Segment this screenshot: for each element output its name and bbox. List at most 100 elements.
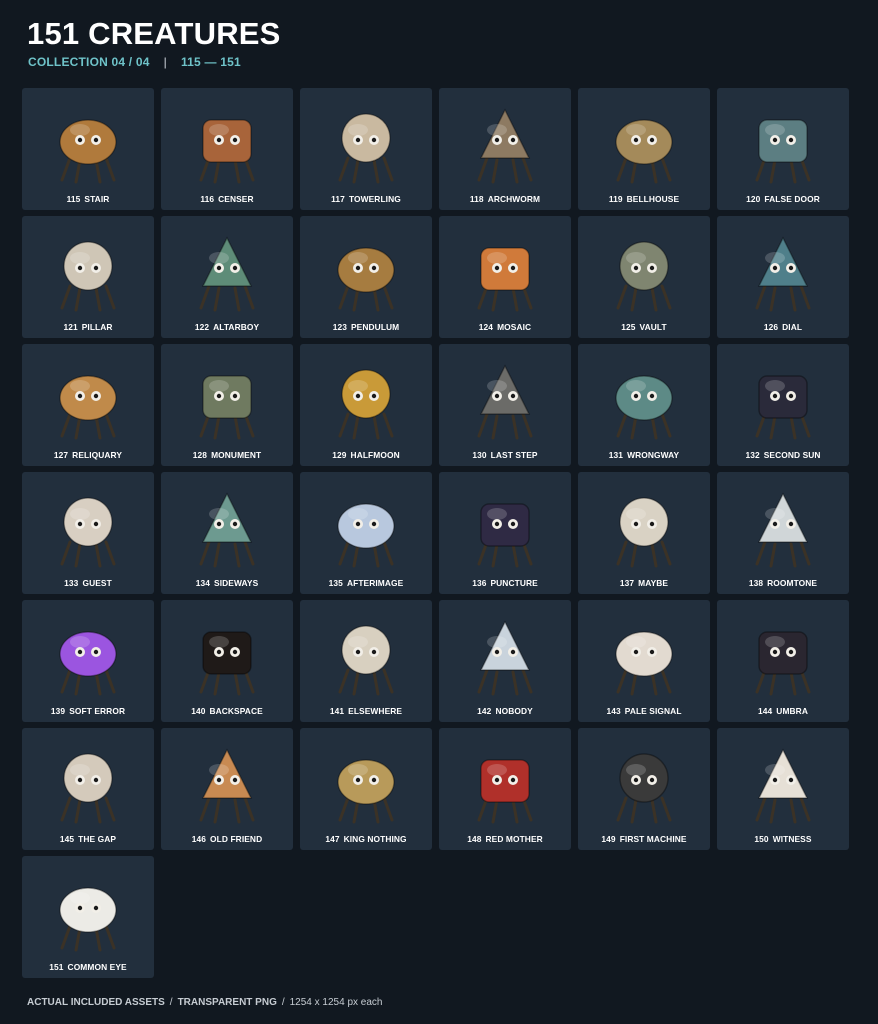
footer-format: TRANSPARENT PNG (177, 997, 277, 1008)
creature-name: WRONGWAY (627, 450, 680, 460)
creature-card[interactable]: 134 SIDEWAYS (161, 472, 293, 594)
creature-card[interactable]: 142 NOBODY (439, 600, 571, 722)
creature-number: 137 (619, 578, 635, 588)
reliquary-creature-icon (59, 375, 117, 440)
creature-number: 142 (477, 706, 492, 716)
creature-number: 136 (472, 578, 487, 588)
red-mother-creature-icon (477, 759, 533, 824)
creature-number: 149 (601, 834, 616, 844)
creature-name: ELSEWHERE (348, 706, 403, 716)
creature-number: 121 (63, 322, 78, 332)
creature-card[interactable]: 144 UMBRA (717, 600, 849, 722)
creature-number: 134 (195, 578, 211, 588)
creature-card[interactable]: 151 COMMON EYE (22, 856, 154, 978)
creature-number: 128 (192, 450, 208, 460)
creature-label: 144 UMBRA (717, 706, 849, 716)
creature-name: HALFMOON (350, 450, 400, 460)
creature-card[interactable]: 126 DIAL (717, 216, 849, 338)
creature-card[interactable]: 130 LAST STEP (439, 344, 571, 466)
creature-card[interactable]: 125 VAULT (578, 216, 710, 338)
creature-card[interactable]: 139 SOFT ERROR (22, 600, 154, 722)
creature-card[interactable]: 150 WITNESS (717, 728, 849, 850)
censer-creature-icon (199, 119, 255, 184)
creature-label: 131 WRONGWAY (578, 450, 710, 460)
creature-number: 141 (329, 706, 345, 716)
creature-label: 115 STAIR (22, 194, 154, 204)
creature-number: 132 (745, 450, 760, 460)
creature-card[interactable]: 127 RELIQUARY (22, 344, 154, 466)
creature-card[interactable]: 119 BELLHOUSE (578, 88, 710, 210)
creature-name: STAIR (84, 194, 110, 204)
creature-name: THE GAP (78, 834, 117, 844)
creature-card[interactable]: 115 STAIR (22, 88, 154, 210)
creature-card[interactable]: 122 ALTARBOY (161, 216, 293, 338)
creature-number: 148 (467, 834, 482, 844)
creature-label: 139 SOFT ERROR (22, 706, 154, 716)
creature-label: 143 PALE SIGNAL (578, 706, 710, 716)
creature-card[interactable]: 129 HALFMOON (300, 344, 432, 466)
creature-card[interactable]: 147 KING NOTHING (300, 728, 432, 850)
creature-card[interactable]: 135 AFTERIMAGE (300, 472, 432, 594)
soft-error-creature-icon (59, 631, 117, 696)
creature-label: 123 PENDULUM (300, 322, 432, 332)
creature-label: 147 KING NOTHING (300, 834, 432, 844)
creature-card[interactable]: 116 CENSER (161, 88, 293, 210)
creature-number: 144 (758, 706, 773, 716)
creature-name: GUEST (82, 578, 112, 588)
king-nothing-creature-icon (337, 759, 395, 824)
old-friend-creature-icon (199, 748, 255, 824)
creature-label: 138 ROOMTONE (717, 578, 849, 588)
creature-label: 132 SECOND SUN (717, 450, 849, 460)
creature-card[interactable]: 132 SECOND SUN (717, 344, 849, 466)
creature-name: CENSER (218, 194, 254, 204)
creature-card[interactable]: 123 PENDULUM (300, 216, 432, 338)
creature-label: 149 FIRST MACHINE (578, 834, 710, 844)
creature-card[interactable]: 145 THE GAP (22, 728, 154, 850)
creature-card[interactable]: 121 PILLAR (22, 216, 154, 338)
creature-card[interactable]: 120 FALSE DOOR (717, 88, 849, 210)
creature-name: FALSE DOOR (764, 194, 820, 204)
creature-card[interactable]: 131 WRONGWAY (578, 344, 710, 466)
creature-number: 131 (608, 450, 624, 460)
guest-creature-icon (60, 497, 116, 568)
creature-label: 145 THE GAP (22, 834, 154, 844)
creature-label: 122 ALTARBOY (161, 322, 293, 332)
creature-number: 138 (748, 578, 764, 588)
creature-card[interactable]: 149 FIRST MACHINE (578, 728, 710, 850)
creature-name: UMBRA (776, 706, 808, 716)
creature-card[interactable]: 140 BACKSPACE (161, 600, 293, 722)
altarboy-creature-icon (199, 236, 255, 312)
creature-label: 126 DIAL (717, 322, 849, 332)
pendulum-creature-icon (337, 247, 395, 312)
creature-card[interactable]: 136 PUNCTURE (439, 472, 571, 594)
creature-card[interactable]: 146 OLD FRIEND (161, 728, 293, 850)
creature-name: ROOMTONE (767, 578, 818, 588)
creature-card[interactable]: 148 RED MOTHER (439, 728, 571, 850)
creature-card[interactable]: 128 MONUMENT (161, 344, 293, 466)
roomtone-creature-icon (755, 492, 811, 568)
creature-label: 148 RED MOTHER (439, 834, 571, 844)
umbra-creature-icon (755, 631, 811, 696)
creature-card[interactable]: 117 TOWERLING (300, 88, 432, 210)
creature-card[interactable]: 124 MOSAIC (439, 216, 571, 338)
afterimage-creature-icon (337, 503, 395, 568)
creature-card[interactable]: 118 ARCHWORM (439, 88, 571, 210)
creature-label: 129 HALFMOON (300, 450, 432, 460)
creature-card[interactable]: 141 ELSEWHERE (300, 600, 432, 722)
creature-card[interactable]: 138 ROOMTONE (717, 472, 849, 594)
creature-card[interactable]: 143 PALE SIGNAL (578, 600, 710, 722)
creature-number: 150 (754, 834, 769, 844)
common-eye-creature-icon (59, 887, 117, 952)
creature-number: 151 (49, 962, 64, 972)
nobody-creature-icon (477, 620, 533, 696)
halfmoon-creature-icon (338, 369, 394, 440)
creature-card[interactable]: 137 MAYBE (578, 472, 710, 594)
creature-name: MAYBE (638, 578, 669, 588)
creature-name: WITNESS (772, 834, 812, 844)
dial-creature-icon (755, 236, 811, 312)
footer-note: ACTUAL INCLUDED ASSETS / TRANSPARENT PNG / 1… (27, 997, 382, 1008)
creature-label: 146 OLD FRIEND (161, 834, 293, 844)
creature-label: 136 PUNCTURE (439, 578, 571, 588)
footer-sep-1: / (169, 997, 173, 1008)
creature-card[interactable]: 133 GUEST (22, 472, 154, 594)
